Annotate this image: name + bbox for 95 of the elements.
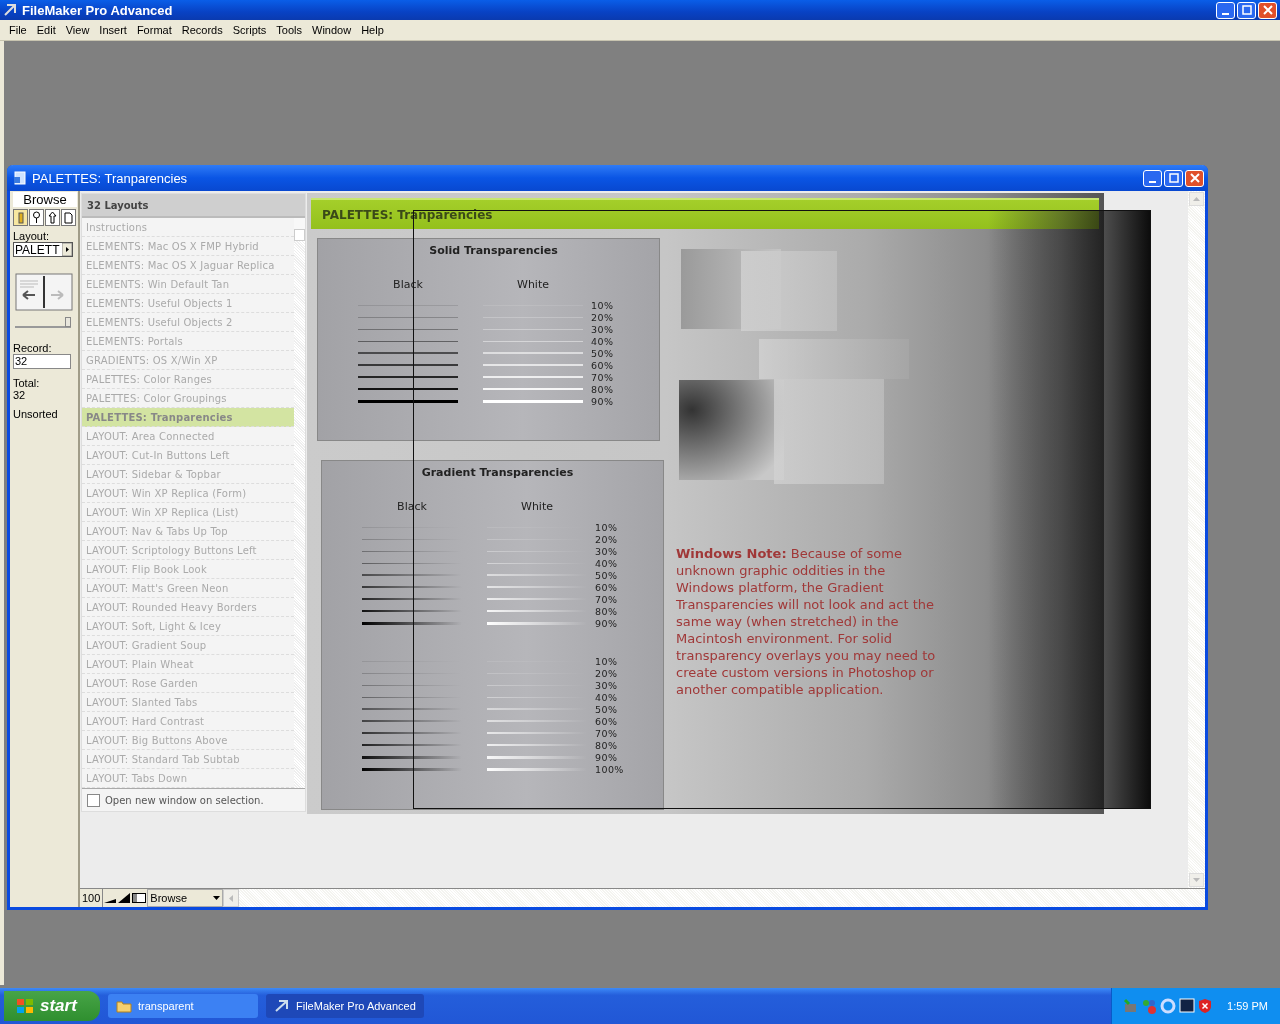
record-slider[interactable] [15, 319, 71, 328]
menu-item[interactable]: Format [131, 24, 177, 36]
slider-thumb[interactable] [65, 317, 71, 327]
minimize-icon [1222, 12, 1229, 15]
sort-status: Unsorted [13, 408, 58, 420]
menu-item[interactable]: File [4, 24, 32, 36]
panel-title: Solid Transparencies [428, 244, 559, 257]
percent-label: 20% [595, 667, 619, 679]
taskbar-button[interactable]: transparent [108, 994, 258, 1018]
percent-label: 90% [595, 617, 619, 629]
percent-label: 50% [595, 703, 619, 715]
percent-label: 50% [595, 569, 619, 581]
percent-label: 20% [595, 533, 619, 545]
menu-item[interactable]: Records [176, 24, 228, 36]
zoom-level[interactable]: 100 [80, 889, 104, 907]
panel-title: Gradient Transparencies [420, 466, 575, 479]
minimize-button[interactable] [1143, 169, 1162, 187]
menu-item[interactable]: Insert [94, 24, 132, 36]
monitor-icon[interactable] [1179, 998, 1196, 1014]
app-icon [3, 3, 17, 17]
percent-label: 30% [591, 323, 615, 335]
horizontal-scrollbar[interactable] [223, 889, 1205, 907]
pointer-icon[interactable] [45, 209, 60, 226]
arrow-icon [62, 243, 72, 256]
windows-note: Windows Note: Because of some unknown graphic oddities in the Windows platform, the Gradient Transparencies will not look and act the same way (when stretched) in the Macintosh environment. For solid transparency overlays you may need to create custom versions in Photoshop or another compatible application. [676, 545, 937, 698]
windows-logo-icon [16, 998, 34, 1014]
percent-label: 10% [595, 655, 619, 667]
close-icon [1189, 173, 1200, 183]
pencil-icon[interactable] [13, 209, 28, 226]
app-title: FileMaker Pro Advanced [22, 2, 174, 18]
menu-item[interactable]: Edit [31, 24, 61, 36]
percent-label: 10% [595, 521, 619, 533]
layout-popup[interactable]: PALETT [13, 242, 73, 257]
percent-label: 10% [591, 299, 615, 311]
search-icon[interactable] [29, 209, 44, 226]
menu-item[interactable]: Window [307, 24, 357, 36]
status-toggle-icon[interactable] [132, 893, 147, 903]
percent-label: 90% [591, 395, 615, 407]
percent-label: 80% [595, 605, 619, 617]
percent-label: 60% [595, 715, 619, 727]
taskbar-button[interactable]: FileMaker Pro Advanced [266, 994, 424, 1018]
percent-label: 20% [591, 311, 615, 323]
percent-label: 70% [595, 727, 619, 739]
shield-icon[interactable] [1198, 998, 1213, 1014]
layout-list-item[interactable]: PALETTES: Tranparencies [82, 408, 294, 427]
restore-button[interactable] [1237, 1, 1256, 19]
percent-label: 40% [591, 335, 615, 347]
percent-label: 40% [595, 691, 619, 703]
page-icon[interactable] [61, 209, 76, 226]
checkbox-label: Open new window on selection. [105, 794, 264, 806]
minimize-icon [1149, 180, 1156, 183]
caret-icon [213, 896, 221, 900]
menu-item[interactable]: Tools [271, 24, 307, 36]
close-button[interactable] [1258, 1, 1277, 19]
percent-label: 80% [595, 739, 619, 751]
maximize-icon [1168, 173, 1179, 183]
menu-item[interactable]: Scripts [227, 24, 272, 36]
list-header: 32 Layouts [82, 194, 305, 218]
record-field[interactable]: 32 [13, 354, 71, 369]
menu-item[interactable]: Help [356, 24, 389, 36]
close-button[interactable] [1185, 169, 1204, 187]
record-label: Record: [13, 342, 52, 354]
window-title: PALETTES: Tranparencies [32, 170, 189, 186]
percent-label: 90% [595, 751, 619, 763]
mode-label: Browse [13, 192, 77, 207]
checkbox[interactable] [87, 793, 100, 807]
percent-label: 70% [595, 593, 619, 605]
percent-label: 30% [595, 679, 619, 691]
clock: 1:59 PM [1227, 1000, 1268, 1012]
menu-item[interactable]: View [60, 24, 95, 36]
percent-label: 40% [595, 557, 619, 569]
percent-label: 60% [591, 359, 615, 371]
mode-dropdown[interactable]: Browse [147, 889, 224, 907]
start-button[interactable]: start [4, 991, 100, 1021]
percent-label: 50% [591, 347, 615, 359]
percent-label: 60% [595, 581, 619, 593]
app-icon [274, 999, 290, 1013]
percent-label: 70% [591, 371, 615, 383]
close-icon [1262, 5, 1273, 15]
percent-label: 80% [591, 383, 615, 395]
column-label: White [520, 500, 554, 513]
column-label: White [516, 278, 550, 291]
minimize-button[interactable] [1216, 1, 1235, 19]
document-icon [13, 171, 27, 185]
total-value: 32 [13, 389, 26, 401]
maximize-button[interactable] [1164, 169, 1183, 187]
layout-label: Layout: [13, 230, 50, 242]
book-icon[interactable] [15, 273, 73, 311]
percent-label: 30% [595, 545, 619, 557]
restore-icon [1241, 5, 1252, 15]
total-label: Total: [13, 377, 40, 389]
list-scrollbar[interactable] [294, 218, 305, 788]
zoom-in-icon[interactable] [118, 893, 131, 903]
folder-icon [116, 999, 132, 1013]
percent-label: 100% [595, 763, 625, 775]
